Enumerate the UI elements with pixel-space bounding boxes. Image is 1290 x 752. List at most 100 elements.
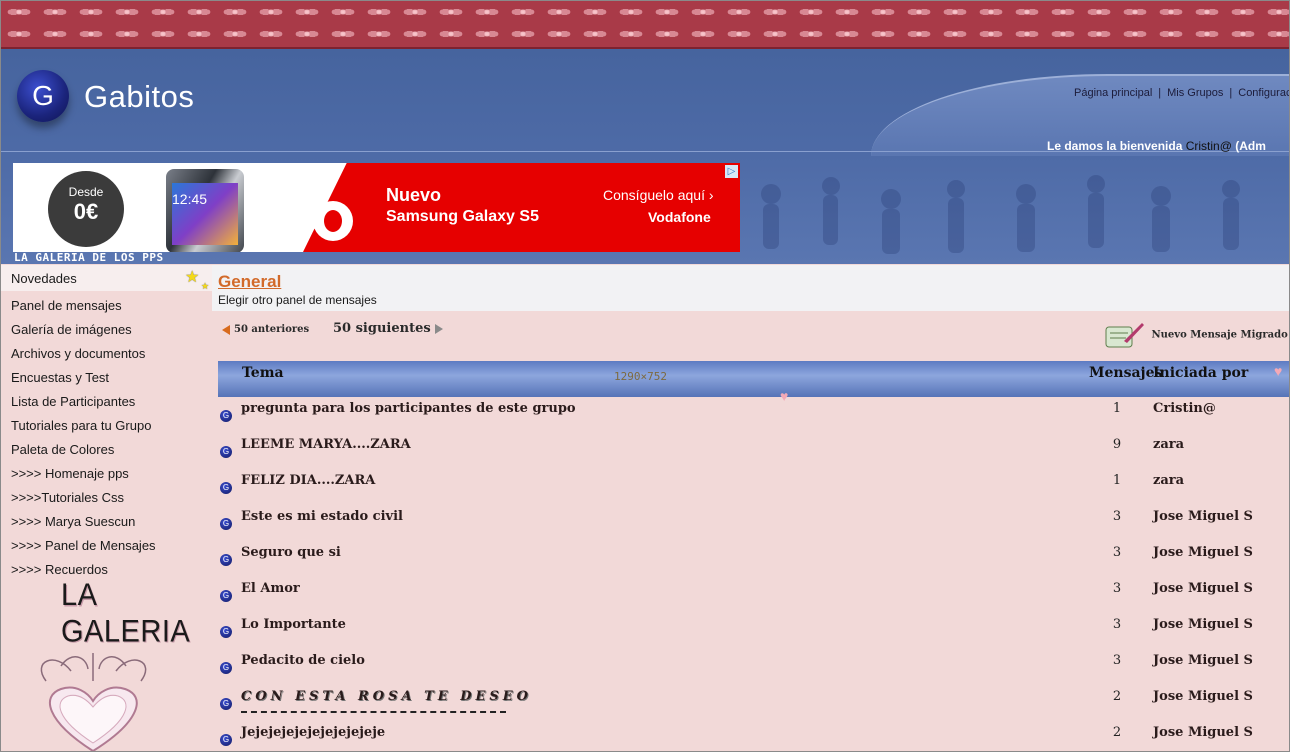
ad-title-1: Nuevo [386, 185, 442, 205]
column-author[interactable]: Iniciada por [1153, 365, 1248, 381]
ad-badge-big: 0€ [73, 199, 99, 224]
welcome-role: (Adm [1235, 139, 1266, 153]
sidebar-item-archivos[interactable]: Archivos y documentos [11, 346, 145, 361]
topic-author[interactable]: Jose Miguel S [1153, 689, 1253, 704]
link-separator: | [1158, 87, 1162, 99]
gabitos-bullet-icon: G [220, 662, 232, 674]
topic-subject[interactable]: Lo Importante [241, 617, 346, 632]
next-page-button[interactable]: 50 siguientes [333, 321, 443, 336]
topic-subject[interactable]: pregunta para los participantes de este … [241, 401, 576, 416]
table-row[interactable]: G Jejejejejejejejejejeje 2 Jose Miguel S [218, 721, 1289, 751]
table-row[interactable]: G CON ESTA ROSA TE DESEO 2 Jose Miguel S [218, 685, 1289, 721]
new-message-label: Nuevo Mensaje Migrado [1151, 329, 1288, 341]
site-logo-text[interactable]: Gabitos [84, 79, 194, 115]
topic-author[interactable]: Jose Miguel S [1153, 545, 1253, 560]
table-row[interactable]: G Este es mi estado civil 3 Jose Miguel … [218, 505, 1289, 541]
gabitos-logo-icon[interactable]: G [17, 70, 69, 122]
topic-subject[interactable]: Seguro que si [241, 545, 341, 560]
topic-count: 9 [1112, 437, 1122, 452]
topic-author[interactable]: Cristin@ [1153, 401, 1216, 416]
sidebar-item-marya-suescun[interactable]: >>>> Marya Suescun [11, 514, 135, 529]
sidebar-item-novedades[interactable]: Novedades [11, 271, 77, 286]
gabitos-bullet-icon: G [220, 446, 232, 458]
adchoices-icon[interactable]: ▷ [725, 165, 738, 178]
welcome-prefix: Le damos la bienvenida [1047, 139, 1183, 153]
topic-subject[interactable]: Jejejejejejejejejejeje [241, 725, 385, 740]
advertisement-banner[interactable]: Desde 0€ 12:45 Nuevo Samsung Galaxy S5 C… [13, 163, 740, 252]
topic-count: 1 [1112, 401, 1122, 416]
sidebar-item-homenaje-pps[interactable]: >>>> Homenaje pps [11, 466, 129, 481]
new-message-button[interactable]: Nuevo Mensaje Migrado [1102, 319, 1288, 351]
ad-brand: Vodafone [648, 209, 711, 225]
topic-author[interactable]: Jose Miguel S [1153, 581, 1253, 596]
table-row[interactable]: G FELIZ DIA....ZARA 1 zara [218, 469, 1289, 505]
sidebar-item-panel-mensajes-2[interactable]: >>>> Panel de Mensajes [11, 538, 156, 553]
sidebar-item-tutoriales[interactable]: Tutoriales para tu Grupo [11, 418, 151, 433]
topic-subject[interactable]: FELIZ DIA....ZARA [241, 473, 375, 488]
column-count[interactable]: Mensajes [1089, 365, 1162, 381]
prev-page-label: 50 anteriores [234, 324, 310, 335]
topic-author[interactable]: Jose Miguel S [1153, 509, 1253, 524]
board-title[interactable]: General [218, 272, 281, 292]
top-links: Página principal | Mis Grupos | Configurac [1074, 87, 1289, 99]
gabitos-bullet-icon: G [220, 482, 232, 494]
sidebar-item-recuerdos[interactable]: >>>> Recuerdos [11, 562, 108, 577]
choose-board-link[interactable]: Elegir otro panel de mensajes [218, 293, 377, 307]
arrow-right-icon [434, 323, 443, 334]
topic-subject[interactable]: LEEME MARYA....ZARA [241, 437, 411, 452]
size-label: 1290×752 [614, 370, 667, 383]
topic-author[interactable]: Jose Miguel S [1153, 725, 1253, 740]
board-header: General Elegir otro panel de mensajes [212, 265, 1289, 311]
topic-count: 2 [1112, 689, 1122, 704]
welcome-user[interactable]: Cristin@ [1186, 139, 1232, 153]
sidebar-item-paleta-colores[interactable]: Paleta de Colores [11, 442, 114, 457]
decorative-ribbon [1, 1, 1289, 49]
table-row[interactable]: G Lo Importante 3 Jose Miguel S [218, 613, 1289, 649]
topic-author[interactable]: Jose Miguel S [1153, 653, 1253, 668]
heart-icon: ♥ [1274, 363, 1283, 379]
sidebar: Novedades ★ ★ Panel de mensajes Galería … [1, 265, 212, 751]
ad-cta[interactable]: Consíguelo aquí › [603, 187, 714, 203]
sidebar-item-tutoriales-css[interactable]: >>>>Tutoriales Css [11, 490, 124, 505]
gabitos-bullet-icon: G [220, 410, 232, 422]
sidebar-item-participantes[interactable]: Lista de Participantes [11, 394, 135, 409]
arrow-left-icon [222, 324, 230, 335]
topic-count: 3 [1112, 509, 1122, 524]
gabitos-bullet-icon: G [220, 698, 232, 710]
column-subject[interactable]: Tema [242, 365, 284, 381]
message-board: General Elegir otro panel de mensajes 50… [212, 265, 1289, 751]
topic-count: 3 [1112, 581, 1122, 596]
topic-author[interactable]: Jose Miguel S [1153, 617, 1253, 632]
prev-page-button[interactable]: 50 anteriores [222, 324, 309, 335]
dancers-silhouette-icon [761, 175, 1240, 254]
star-icon: ★ [185, 269, 200, 286]
topic-subject[interactable]: El Amor [241, 581, 300, 596]
sidebar-item-galeria-imagenes[interactable]: Galería de imágenes [11, 322, 132, 337]
table-row[interactable]: G El Amor 3 Jose Miguel S [218, 577, 1289, 613]
topic-count: 3 [1112, 545, 1122, 560]
logo-letter: G [32, 80, 54, 111]
la-galeria-banner: LA GALERIA [61, 577, 191, 650]
topic-count: 3 [1112, 617, 1122, 632]
ad-title-2: Samsung Galaxy S5 [386, 208, 539, 225]
link-home[interactable]: Página principal [1074, 87, 1152, 99]
phone-image-icon: 12:45 [166, 169, 244, 252]
table-row[interactable]: G pregunta para los participantes de est… [218, 397, 1289, 433]
topic-author[interactable]: zara [1153, 437, 1184, 452]
link-my-groups[interactable]: Mis Grupos [1167, 87, 1223, 99]
quill-scroll-icon [1105, 323, 1144, 348]
topic-subject[interactable]: Pedacito de cielo [241, 653, 365, 668]
topic-subject[interactable]: Este es mi estado civil [241, 509, 403, 524]
topic-author[interactable]: zara [1153, 473, 1184, 488]
gabitos-bullet-icon: G [220, 554, 232, 566]
table-row[interactable]: G Pedacito de cielo 3 Jose Miguel S [218, 649, 1289, 685]
topic-subject[interactable]: CON ESTA ROSA TE DESEO [241, 689, 532, 704]
phone-time: 12:45 [172, 191, 208, 207]
sidebar-item-panel-mensajes[interactable]: Panel de mensajes [11, 298, 122, 313]
gabitos-bullet-icon: G [220, 518, 232, 530]
table-row[interactable]: G Seguro que si 3 Jose Miguel S [218, 541, 1289, 577]
table-row[interactable]: G LEEME MARYA....ZARA 9 zara [218, 433, 1289, 469]
small-star-icon: ★ [201, 281, 210, 291]
link-settings[interactable]: Configurac [1238, 87, 1289, 99]
sidebar-item-encuestas[interactable]: Encuestas y Test [11, 370, 109, 385]
